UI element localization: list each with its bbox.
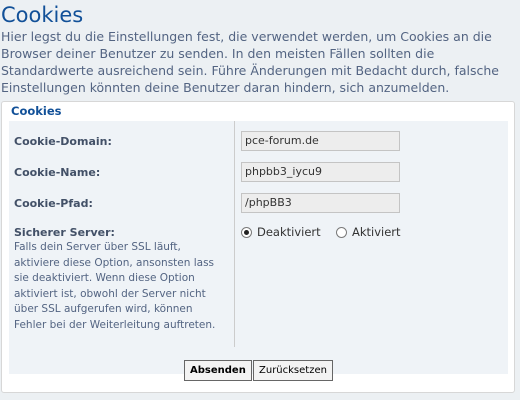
submit-button[interactable]: Absenden bbox=[184, 360, 252, 381]
radio-deaktiviert[interactable] bbox=[241, 226, 252, 238]
radio-option-deaktiviert[interactable]: Deaktiviert bbox=[241, 225, 321, 239]
cookies-fieldset: Cookies Cookie-Domain: pce-forum.de Cook… bbox=[1, 101, 515, 393]
fieldset-legend: Cookies bbox=[11, 104, 62, 118]
secure-server-label: Sicherer Server: bbox=[14, 226, 115, 239]
secure-server-explain: Falls dein Server über SSL läuft, aktivi… bbox=[14, 241, 216, 331]
page-title: Cookies bbox=[1, 3, 84, 27]
radio-label-deaktiviert: Deaktiviert bbox=[257, 225, 321, 239]
radio-label-aktiviert: Aktiviert bbox=[352, 225, 401, 239]
radio-aktiviert[interactable] bbox=[336, 226, 347, 238]
cookie-path-input[interactable]: /phpBB3 bbox=[241, 193, 400, 213]
cookie-path-label: Cookie-Pfad: bbox=[14, 197, 93, 210]
page-description: Hier legst du die Einstellungen fest, di… bbox=[1, 29, 499, 95]
cookie-name-input[interactable]: phpbb3_iycu9 bbox=[241, 162, 400, 182]
cookie-domain-label: Cookie-Domain: bbox=[14, 135, 112, 148]
column-divider bbox=[234, 121, 235, 347]
cookie-name-label: Cookie-Name: bbox=[14, 166, 101, 179]
fieldset-body: Cookie-Domain: pce-forum.de Cookie-Name:… bbox=[9, 121, 508, 374]
radio-option-aktiviert[interactable]: Aktiviert bbox=[336, 225, 401, 239]
reset-button[interactable]: Zurücksetzen bbox=[253, 360, 333, 381]
cookie-domain-input[interactable]: pce-forum.de bbox=[241, 131, 400, 151]
